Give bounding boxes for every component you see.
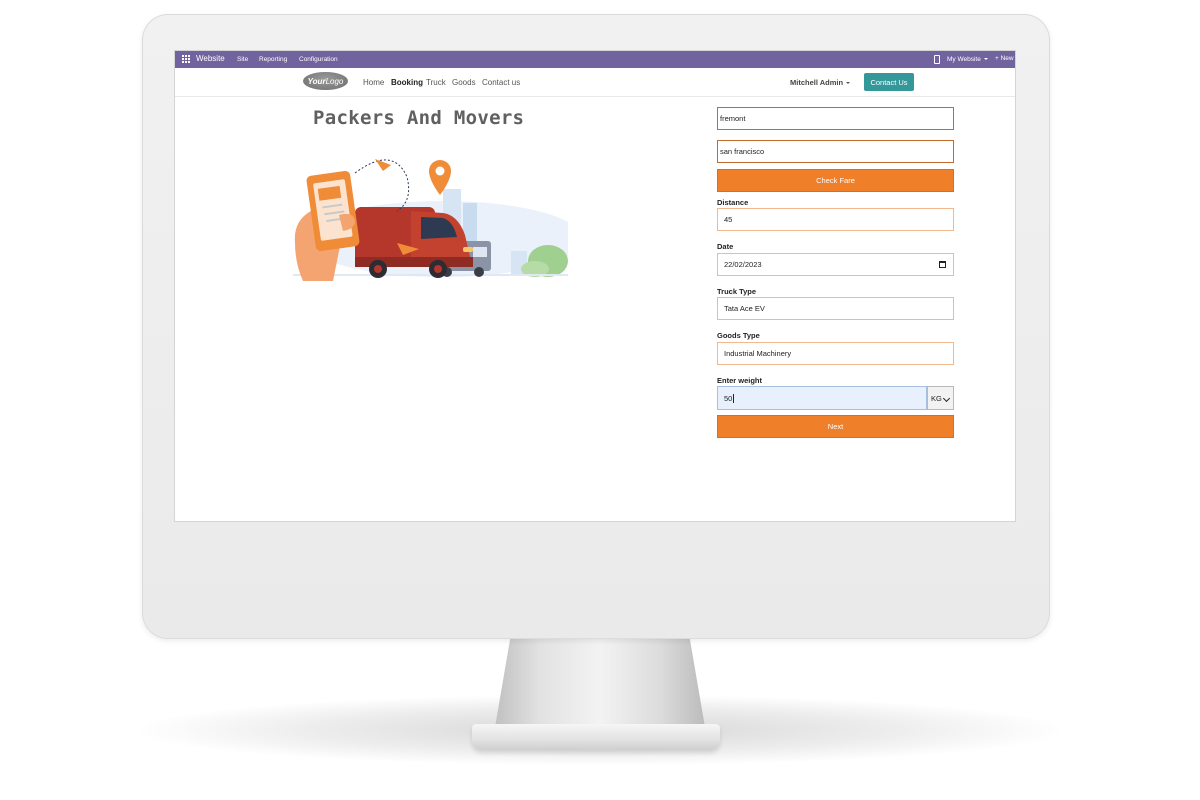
menu-reporting[interactable]: Reporting bbox=[259, 56, 287, 63]
distance-label: Distance bbox=[717, 198, 749, 207]
page-title: Packers And Movers bbox=[313, 107, 525, 129]
site-logo[interactable]: Your Logo bbox=[303, 72, 348, 90]
date-label: Date bbox=[717, 242, 734, 251]
weight-unit-select[interactable]: KG bbox=[927, 386, 954, 410]
weight-input[interactable]: 50 bbox=[717, 386, 927, 410]
nav-link-truck[interactable]: Truck bbox=[426, 78, 446, 87]
next-button[interactable]: Next bbox=[717, 415, 954, 438]
apps-grid-icon[interactable] bbox=[182, 55, 190, 63]
menu-site[interactable]: Site bbox=[237, 56, 248, 63]
weight-label: Enter weight bbox=[717, 376, 763, 385]
contact-us-button[interactable]: Contact Us bbox=[864, 73, 914, 91]
distance-input[interactable]: 45 bbox=[717, 208, 954, 231]
weight-unit-value: KG bbox=[931, 393, 942, 403]
goods-type-input[interactable]: Industrial Machinery bbox=[717, 342, 954, 365]
drop-location-input[interactable]: san francisco bbox=[717, 140, 954, 163]
pickup-location-input[interactable]: fremont bbox=[717, 107, 954, 130]
nav-link-booking[interactable]: Booking bbox=[391, 78, 423, 87]
new-button-label: New bbox=[1000, 55, 1014, 62]
monitor-screen: Website Site Reporting Configuration My … bbox=[175, 51, 1015, 521]
odoo-top-bar: Website Site Reporting Configuration My … bbox=[175, 51, 1015, 68]
weight-value: 50 bbox=[724, 393, 733, 403]
mobile-preview-icon[interactable] bbox=[934, 55, 940, 64]
chevron-down-icon bbox=[942, 394, 951, 403]
my-website-menu[interactable]: My Website bbox=[947, 56, 988, 63]
nav-link-contact-us[interactable]: Contact us bbox=[482, 78, 520, 87]
check-fare-button[interactable]: Check Fare bbox=[717, 169, 954, 192]
delivery-truck-illustration bbox=[293, 159, 568, 281]
monitor-stand-base bbox=[472, 724, 720, 750]
nav-link-home[interactable]: Home bbox=[363, 78, 384, 87]
menu-configuration[interactable]: Configuration bbox=[299, 56, 338, 63]
website-navbar: Your Logo Home Booking Truck Goods Contac… bbox=[175, 68, 1015, 97]
date-value: 22/02/2023 bbox=[724, 260, 762, 269]
truck-type-label: Truck Type bbox=[717, 287, 757, 296]
user-menu[interactable]: Mitchell Admin bbox=[790, 78, 851, 87]
calendar-icon[interactable] bbox=[939, 261, 946, 268]
date-input[interactable]: 22/02/2023 bbox=[717, 253, 954, 276]
text-cursor bbox=[732, 393, 734, 403]
nav-link-goods[interactable]: Goods bbox=[452, 78, 476, 87]
new-button[interactable]: + New bbox=[995, 55, 1014, 62]
truck-type-input[interactable]: Tata Ace EV bbox=[717, 297, 954, 320]
app-name[interactable]: Website bbox=[196, 54, 225, 63]
goods-type-label: Goods Type bbox=[717, 331, 760, 340]
